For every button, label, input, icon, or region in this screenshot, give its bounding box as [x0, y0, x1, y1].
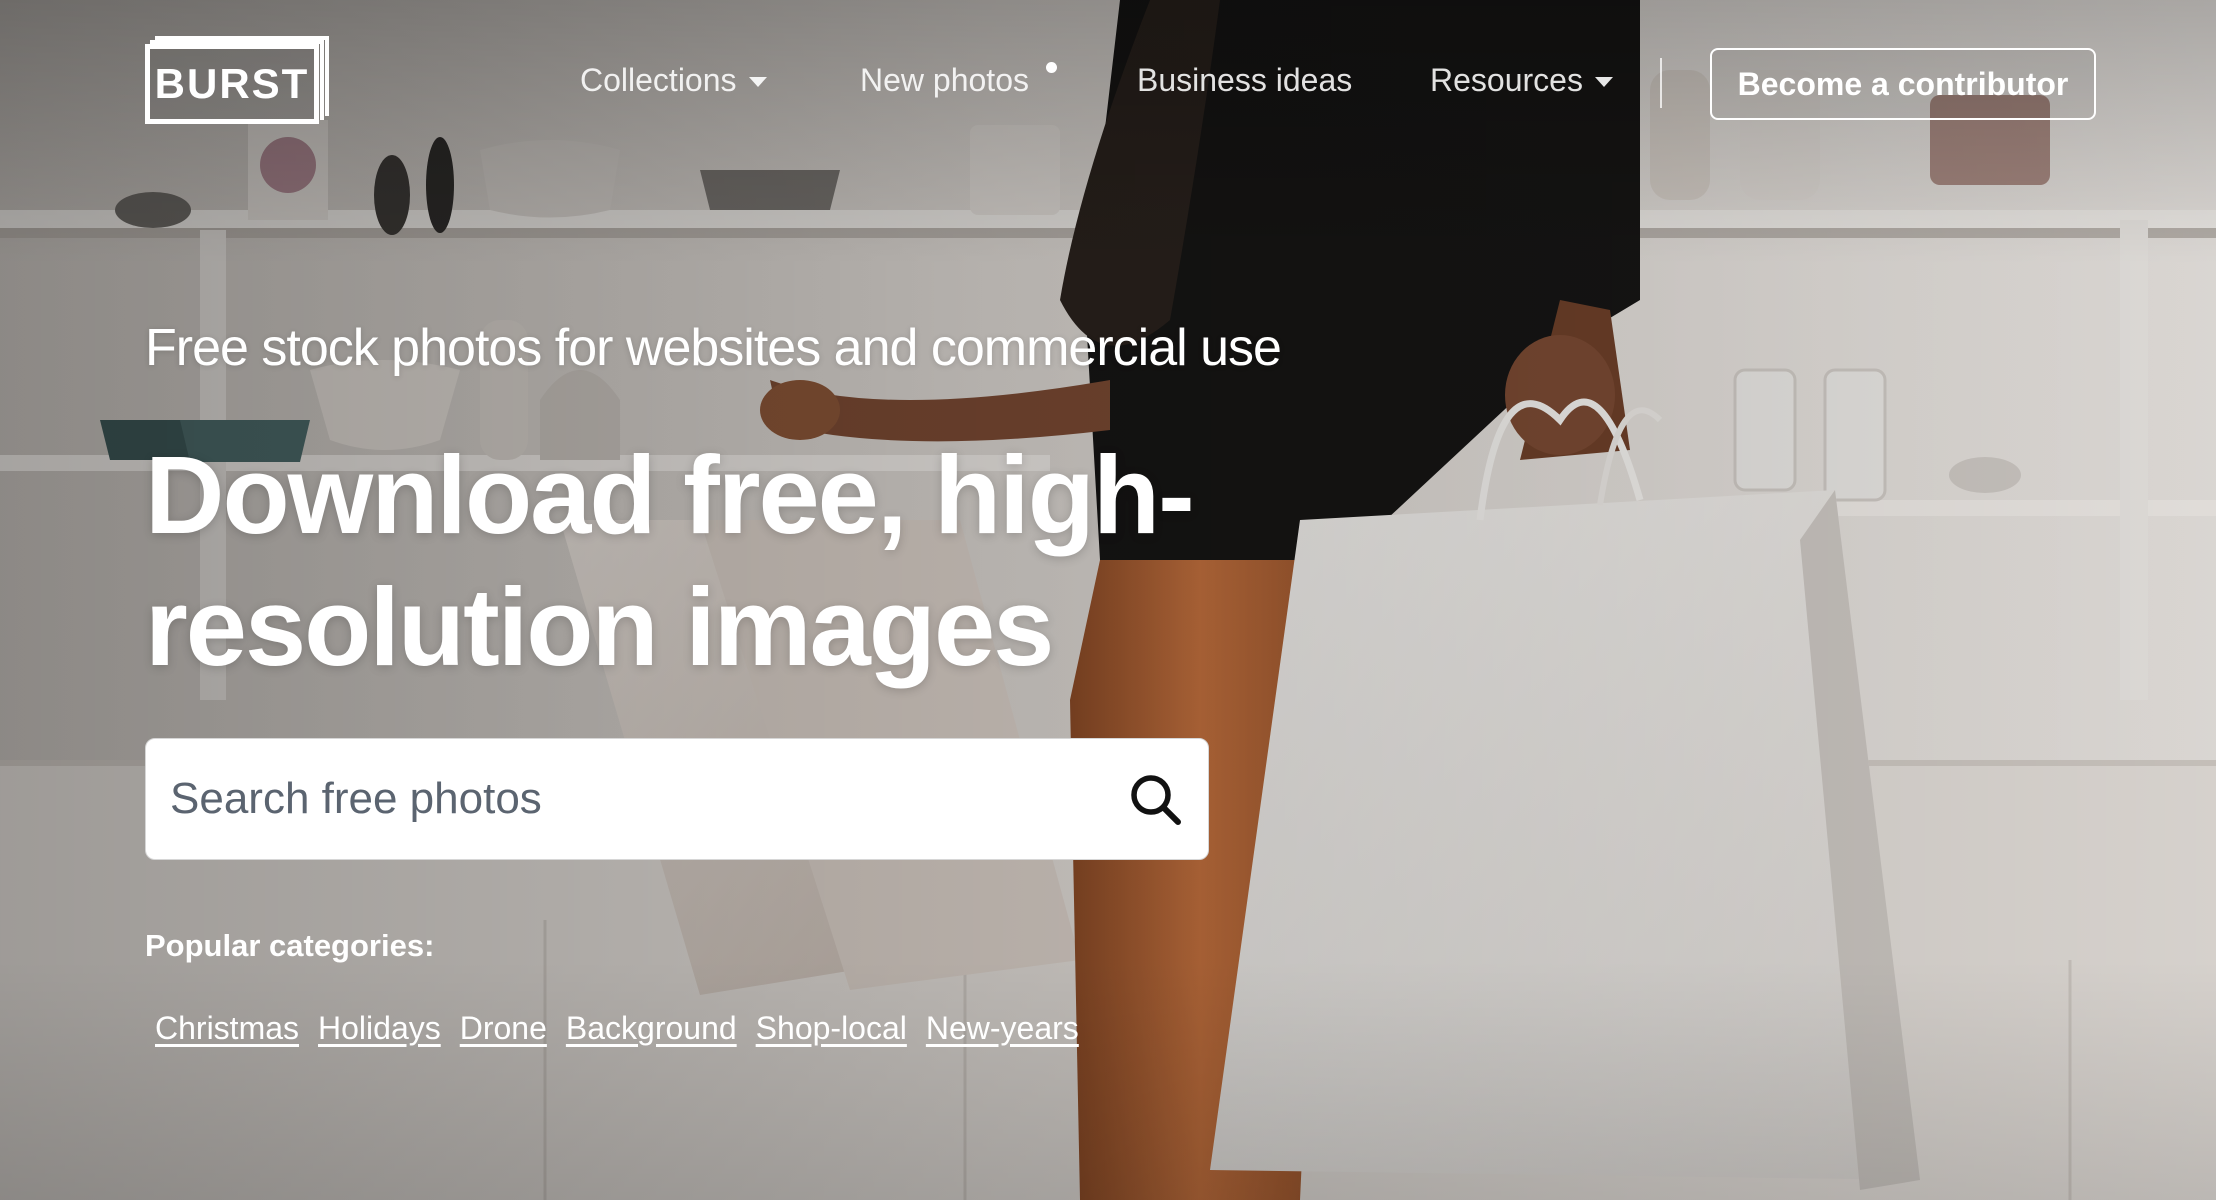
- category-link-drone[interactable]: Drone: [460, 1010, 547, 1047]
- hero-tagline: Free stock photos for websites and comme…: [145, 319, 1282, 377]
- hero-headline: Download free, high- resolution images: [145, 430, 1245, 694]
- category-link-holidays[interactable]: Holidays: [318, 1010, 441, 1047]
- headline-line-2: resolution images: [145, 566, 1054, 689]
- popular-categories-label: Popular categories:: [145, 928, 435, 963]
- hero-section: BURST Collections New photos Business id…: [0, 0, 2216, 1200]
- chevron-down-icon: [1594, 76, 1613, 87]
- chevron-down-icon: [748, 76, 767, 87]
- become-contributor-button[interactable]: Become a contributor: [1710, 48, 2096, 120]
- popular-categories-list: Christmas Holidays Drone Background Shop…: [155, 1010, 1098, 1047]
- nav-item-resources[interactable]: Resources: [1430, 62, 1613, 99]
- nav-item-collections[interactable]: Collections: [580, 62, 767, 99]
- burst-logo[interactable]: BURST: [145, 36, 335, 128]
- logo-text: BURST: [145, 44, 319, 124]
- nav-divider: [1660, 58, 1662, 108]
- nav-item-label: Resources: [1430, 62, 1583, 98]
- nav-item-label: Collections: [580, 62, 737, 98]
- nav-item-business-ideas[interactable]: Business ideas: [1137, 62, 1352, 99]
- headline-line-1: Download free, high-: [145, 434, 1195, 557]
- category-link-shop-local[interactable]: Shop-local: [756, 1010, 907, 1047]
- category-link-christmas[interactable]: Christmas: [155, 1010, 299, 1047]
- search-bar: [145, 738, 1209, 860]
- search-input[interactable]: [146, 738, 1072, 860]
- category-link-background[interactable]: Background: [566, 1010, 737, 1047]
- nav-item-label: Business ideas: [1137, 62, 1353, 98]
- search-icon[interactable]: [1128, 772, 1184, 828]
- nav-item-new-photos[interactable]: New photos: [860, 62, 1029, 99]
- nav-item-label: New photos: [860, 62, 1029, 98]
- category-link-new-years[interactable]: New-years: [926, 1010, 1079, 1047]
- new-indicator-dot: [1046, 62, 1057, 73]
